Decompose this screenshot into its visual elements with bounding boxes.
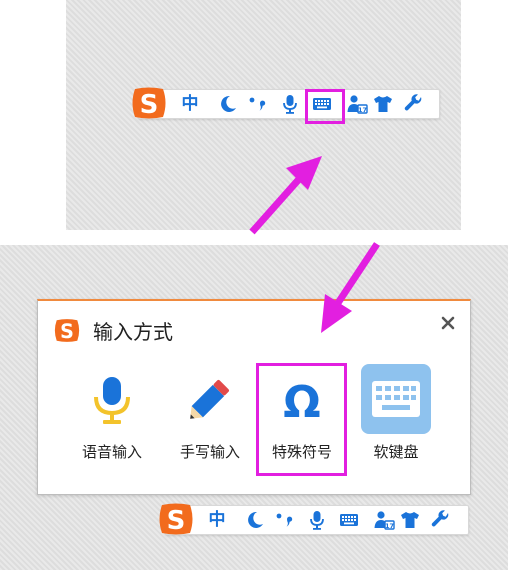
ime-toolbar: 中 bbox=[165, 505, 469, 535]
ime-toolbar: 中 bbox=[138, 89, 440, 119]
keyboard-icon bbox=[356, 363, 436, 435]
input-method-dialog: 输入方式 语音输入 手写输入 Ω 特殊符号 软键盘 bbox=[37, 299, 471, 495]
dialog-title: 输入方式 bbox=[93, 320, 173, 344]
skin-shirt-icon[interactable] bbox=[372, 93, 394, 115]
user-account-icon[interactable] bbox=[346, 93, 368, 115]
microphone-icon[interactable] bbox=[279, 93, 301, 115]
sogou-logo-icon bbox=[52, 318, 82, 343]
pencil-icon bbox=[170, 371, 250, 427]
option-label: 语音输入 bbox=[81, 443, 142, 461]
handwriting-input-option[interactable]: 手写输入 bbox=[170, 365, 250, 473]
settings-wrench-icon[interactable] bbox=[402, 93, 424, 115]
language-toggle[interactable]: 中 bbox=[179, 93, 201, 115]
lang-label: 中 bbox=[181, 94, 199, 114]
close-icon bbox=[441, 316, 455, 330]
close-button[interactable] bbox=[438, 313, 458, 333]
microphone-icon bbox=[72, 371, 152, 427]
sogou-logo-icon[interactable] bbox=[130, 86, 168, 120]
soft-keyboard-option[interactable]: 软键盘 bbox=[356, 363, 436, 473]
special-symbols-highlight-box bbox=[256, 363, 347, 476]
half-width-moon-icon[interactable] bbox=[244, 509, 266, 531]
settings-wrench-icon[interactable] bbox=[429, 509, 451, 531]
half-width-moon-icon[interactable] bbox=[217, 93, 239, 115]
soft-keyboard-icon[interactable] bbox=[338, 509, 360, 531]
skin-shirt-icon[interactable] bbox=[399, 509, 421, 531]
microphone-icon[interactable] bbox=[306, 509, 328, 531]
user-account-icon[interactable] bbox=[373, 509, 395, 531]
option-label: 软键盘 bbox=[373, 443, 419, 461]
punctuation-icon[interactable] bbox=[273, 509, 295, 531]
option-label: 手写输入 bbox=[179, 443, 240, 461]
voice-input-option[interactable]: 语音输入 bbox=[72, 365, 152, 473]
keyboard-highlight-box bbox=[305, 89, 345, 124]
language-toggle[interactable]: 中 bbox=[206, 509, 228, 531]
lang-label: 中 bbox=[208, 510, 226, 530]
punctuation-icon[interactable] bbox=[246, 93, 268, 115]
sogou-logo-icon[interactable] bbox=[157, 502, 195, 536]
